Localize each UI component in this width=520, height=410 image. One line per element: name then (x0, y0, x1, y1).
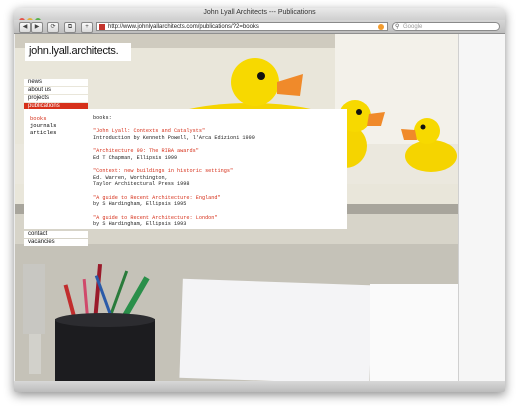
favicon-icon (99, 24, 105, 30)
status-bar (14, 381, 505, 392)
nav-item-projects[interactable]: projects (24, 95, 88, 102)
title-bar: John Lyall Architects --- Publications (14, 8, 505, 24)
nav-item-contact[interactable]: contact (24, 231, 88, 238)
main-nav: news about us projects publications (24, 79, 88, 111)
subnav-item-books[interactable]: books (30, 115, 56, 122)
toolbar: ◀ ▶ ⟳ ⧉ + http://www.johnlyallarchitects… (14, 20, 505, 34)
paper-sheet (370, 284, 458, 381)
search-icon: ⚲ (395, 24, 400, 30)
bookmark-button[interactable]: ⧉ (64, 22, 76, 33)
rss-icon[interactable] (378, 24, 384, 30)
add-bookmark-button[interactable]: + (81, 22, 93, 33)
reload-icon: ⟳ (50, 24, 56, 30)
page-content: john.lyall.architects. news about us pro… (15, 34, 458, 381)
reload-button[interactable]: ⟳ (47, 22, 59, 33)
add-icon: + (85, 24, 89, 30)
publication-detail: by S Hardingham, Ellipsis 1995 (93, 201, 187, 207)
forward-icon: ▶ (34, 24, 40, 30)
publication-title: "Context: new buildings in historic sett… (93, 168, 234, 174)
subnav-item-journals[interactable]: journals (30, 122, 56, 129)
publication-detail: Taylor Architectural Press 1998 (93, 181, 190, 187)
publication-detail: Introduction by Kenneth Powell, l'Arca E… (93, 134, 255, 141)
back-icon: ◀ (22, 24, 28, 30)
address-bar[interactable]: http://www.johnlyallarchitects.com/publi… (96, 22, 388, 31)
subnav-item-articles[interactable]: articles (30, 129, 56, 136)
publications-panel: books journals articles books: "John Lya… (24, 109, 347, 229)
url-text: http://www.johnlyallarchitects.com/publi… (108, 24, 259, 30)
right-margin (458, 34, 505, 381)
back-button[interactable]: ◀ (19, 22, 31, 33)
search-placeholder: Google (403, 24, 423, 30)
logo-text: john.lyall.architects. (29, 45, 119, 57)
search-field[interactable]: ⚲ Google (392, 22, 500, 31)
bookmark-icon: ⧉ (67, 24, 73, 30)
browser-window: John Lyall Architects --- Publications ◀… (14, 8, 505, 392)
window-title: John Lyall Architects --- Publications (203, 9, 316, 16)
publications-subnav: books journals articles (30, 115, 56, 136)
nav-item-vacancies[interactable]: vacancies (24, 239, 88, 246)
publication-detail: Ed T Chapman, Ellipsis 1999 (93, 154, 178, 161)
nav-item-news[interactable]: news (24, 79, 88, 86)
list-item: "A guide to Recent Architecture: London"… (93, 215, 255, 228)
nav-item-about-us[interactable]: about us (24, 87, 88, 94)
list-item: "A guide to Recent Architecture: England… (93, 195, 255, 208)
forward-button[interactable]: ▶ (31, 22, 43, 33)
publication-list: books: "John Lyall: Contexts and Catalys… (93, 115, 255, 235)
list-item: "Context: new buildings in historic sett… (93, 168, 255, 188)
section-heading: books: (93, 115, 112, 121)
publication-detail: by S Hardingham, Ellipsis 1993 (93, 221, 187, 227)
list-item: "John Lyall: Contexts and Catalysts" Int… (93, 128, 255, 141)
list-item: "Architecture 99: The RIBA awards" Ed T … (93, 148, 255, 161)
secondary-nav: contact vacancies (24, 231, 88, 247)
notepad-paper (179, 278, 373, 381)
site-logo[interactable]: john.lyall.architects. (25, 43, 131, 61)
